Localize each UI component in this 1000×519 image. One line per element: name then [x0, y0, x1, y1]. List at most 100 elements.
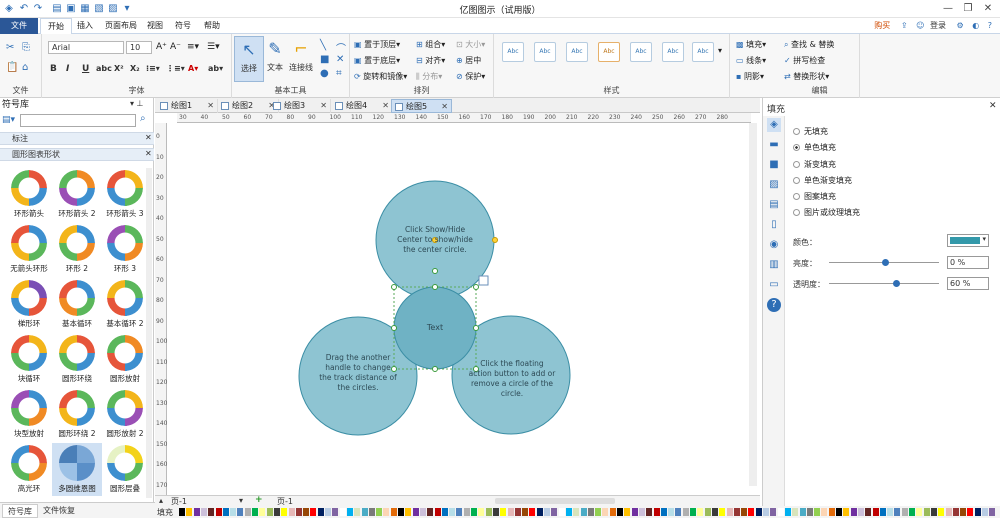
- shadow-button[interactable]: ▪ 阴影▾: [736, 71, 764, 82]
- curve-tool-icon[interactable]: ⌒: [336, 40, 346, 55]
- library-shape[interactable]: 圆形放射 2: [100, 388, 150, 441]
- library-search-input[interactable]: [20, 114, 136, 127]
- font-name-select[interactable]: Arial: [48, 41, 124, 54]
- palette-swatch[interactable]: [514, 508, 521, 516]
- palette-swatch[interactable]: [368, 508, 375, 516]
- style-preset-3[interactable]: Abc: [566, 42, 588, 62]
- close-icon[interactable]: ✕: [441, 100, 448, 114]
- send-back-button[interactable]: ▣ 置于底层▾: [354, 55, 400, 66]
- help-icon[interactable]: ?: [767, 298, 781, 312]
- align-icon[interactable]: ≡▾: [187, 42, 199, 52]
- page-icon[interactable]: ▯: [767, 218, 781, 232]
- palette-swatch[interactable]: [675, 508, 682, 516]
- palette-swatch[interactable]: [938, 508, 945, 516]
- library-shape[interactable]: 圆形层叠: [100, 443, 150, 496]
- palette-swatch[interactable]: [186, 508, 193, 516]
- palette-swatch[interactable]: [573, 508, 580, 516]
- palette-swatch[interactable]: [266, 508, 273, 516]
- transparency-slider-thumb[interactable]: [893, 280, 900, 287]
- palette-swatch[interactable]: [726, 508, 733, 516]
- palette-swatch[interactable]: [580, 508, 587, 516]
- palette-swatch[interactable]: [273, 508, 280, 516]
- style-preset-4[interactable]: Abc: [598, 42, 620, 62]
- palette-swatch[interactable]: [814, 508, 821, 516]
- palette-swatch[interactable]: [544, 508, 550, 516]
- palette-swatch[interactable]: [923, 508, 930, 516]
- palette-swatch[interactable]: [478, 508, 485, 516]
- palette-swatch[interactable]: [872, 508, 879, 516]
- tab-drawing-5[interactable]: 绘图5 ✕: [391, 99, 452, 113]
- palette-swatch[interactable]: [383, 508, 390, 516]
- section-circle-shapes[interactable]: 圆形图表形状: [0, 148, 154, 161]
- palette-swatch[interactable]: [733, 508, 740, 516]
- style-preset-2[interactable]: Abc: [534, 42, 556, 62]
- palette-swatch[interactable]: [828, 508, 835, 516]
- palette-swatch[interactable]: [449, 508, 456, 516]
- globe-icon[interactable]: ◉: [767, 238, 781, 252]
- palette-swatch[interactable]: [784, 508, 791, 516]
- fill-option-single-gradient[interactable]: 单色渐变填充: [793, 175, 852, 186]
- search-icon[interactable]: ⌕: [140, 113, 146, 124]
- palette-swatch[interactable]: [617, 508, 623, 516]
- style-preset-7[interactable]: Abc: [692, 42, 714, 62]
- drawing-canvas[interactable]: Click Show/Hide Center to show/hide the …: [168, 123, 757, 486]
- panel-close-icon[interactable]: ✕: [989, 101, 997, 111]
- palette-swatch[interactable]: [303, 508, 310, 516]
- palette-swatch[interactable]: [660, 508, 667, 516]
- palette-swatch[interactable]: [704, 508, 711, 516]
- section-callouts[interactable]: 标注: [0, 132, 154, 145]
- canvas-vertical-scrollbar[interactable]: [749, 123, 757, 486]
- palette-swatch[interactable]: [325, 508, 331, 516]
- spell-check-button[interactable]: ✓ 拼写检查: [784, 55, 825, 66]
- palette-swatch[interactable]: [682, 508, 689, 516]
- palette-swatch[interactable]: [587, 508, 594, 516]
- palette-swatch[interactable]: [252, 508, 258, 516]
- tab-drawing-1[interactable]: 绘图1 ✕: [157, 99, 218, 113]
- fill-option-picture[interactable]: 图片或纹理填充: [793, 207, 860, 218]
- palette-swatch[interactable]: [960, 508, 967, 516]
- palette-swatch[interactable]: [901, 508, 908, 516]
- fill-option-pattern[interactable]: 图案填充: [793, 191, 836, 202]
- library-shape[interactable]: 多圆维恩图: [52, 443, 102, 496]
- palette-swatch[interactable]: [565, 508, 572, 516]
- palette-swatch[interactable]: [850, 508, 857, 516]
- transparency-input[interactable]: 60 %: [947, 277, 989, 290]
- palette-swatch[interactable]: [434, 508, 441, 516]
- strikethrough-icon[interactable]: abc: [96, 64, 112, 73]
- palette-swatch[interactable]: [398, 508, 404, 516]
- palette-swatch[interactable]: [551, 508, 558, 516]
- section-close-icon-1[interactable]: ✕: [145, 133, 152, 142]
- palette-swatch[interactable]: [441, 508, 448, 516]
- palette-swatch[interactable]: [346, 508, 353, 516]
- style-preset-1[interactable]: Abc: [502, 42, 524, 62]
- maximize-button[interactable]: ❐: [958, 1, 978, 17]
- minimize-button[interactable]: —: [938, 1, 958, 17]
- palette-swatch[interactable]: [894, 508, 901, 516]
- cut-icon[interactable]: ✂: [6, 42, 14, 53]
- tab-drawing-4[interactable]: 绘图4 ✕: [332, 99, 393, 113]
- library-shape[interactable]: 环形 2: [52, 223, 102, 276]
- settings-icon[interactable]: ⚙: [957, 21, 964, 30]
- replace-shape-button[interactable]: ⇄ 替换形状▾: [784, 71, 829, 82]
- comment-icon[interactable]: ▭: [767, 278, 781, 292]
- palette-swatch[interactable]: [843, 508, 850, 516]
- palette-swatch[interactable]: [602, 508, 609, 516]
- bold-icon[interactable]: B: [50, 64, 57, 74]
- palette-swatch[interactable]: [989, 508, 996, 516]
- palette-swatch[interactable]: [668, 508, 675, 516]
- library-shape[interactable]: 梯形环: [4, 278, 54, 331]
- palette-swatch[interactable]: [763, 508, 769, 516]
- library-shape[interactable]: 圆形放射: [100, 333, 150, 386]
- chevron-down-icon[interactable]: ▾: [239, 496, 243, 505]
- palette-swatch[interactable]: [230, 508, 237, 516]
- palette-swatch[interactable]: [638, 508, 645, 516]
- add-page-icon[interactable]: +: [255, 495, 263, 505]
- palette-swatch[interactable]: [281, 508, 288, 516]
- palette-swatch[interactable]: [982, 508, 988, 516]
- palette-swatch[interactable]: [821, 508, 828, 516]
- palette-swatch[interactable]: [208, 508, 215, 516]
- palette-swatch[interactable]: [456, 508, 463, 516]
- line-spacing-icon[interactable]: ☰▾: [207, 42, 220, 52]
- palette-swatch[interactable]: [945, 508, 952, 516]
- menu-insert[interactable]: 插入: [70, 18, 100, 34]
